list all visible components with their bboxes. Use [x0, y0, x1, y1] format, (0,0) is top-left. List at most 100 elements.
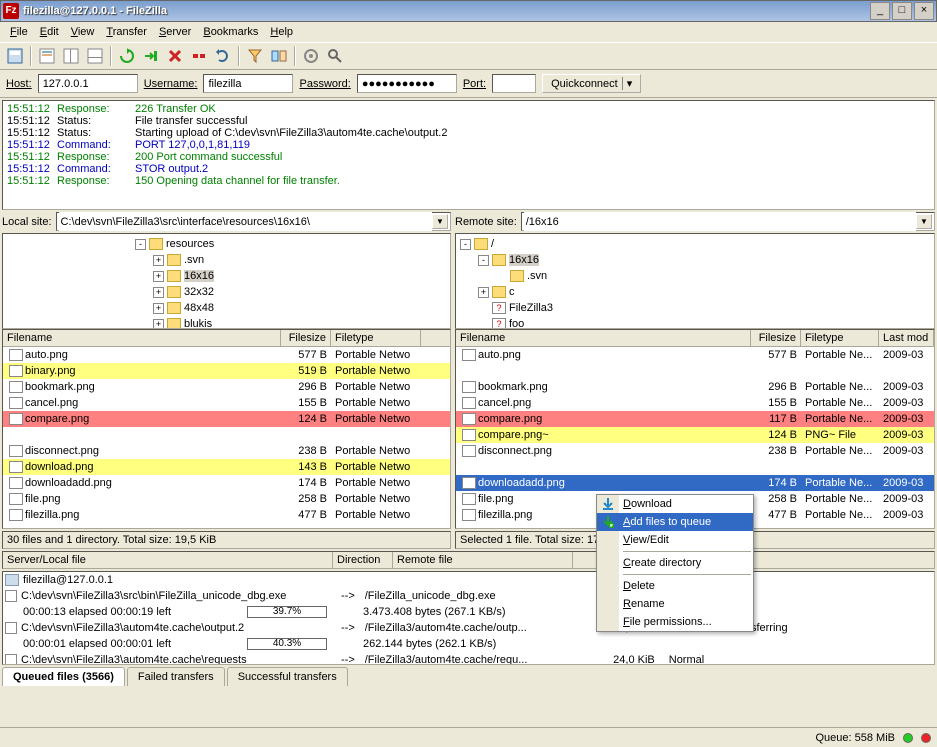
- tree-expand-icon[interactable]: +: [153, 303, 164, 314]
- local-filelist[interactable]: FilenameFilesizeFiletypeauto.png577 BPor…: [2, 329, 451, 529]
- file-row[interactable]: bookmark.png296 BPortable Netwo: [3, 379, 450, 395]
- file-row[interactable]: download.png143 BPortable Netwo: [3, 459, 450, 475]
- reconnect-icon[interactable]: [212, 45, 234, 67]
- file-row[interactable]: disconnect.png238 BPortable Netwo: [3, 443, 450, 459]
- column-header[interactable]: Filesize: [751, 330, 801, 346]
- tree-expand-icon[interactable]: +: [153, 271, 164, 282]
- menu-file[interactable]: File: [4, 24, 34, 40]
- context-menu-item[interactable]: Rename: [597, 595, 753, 613]
- tree-expand-icon[interactable]: +: [153, 319, 164, 330]
- toggle-queue-icon[interactable]: [84, 45, 106, 67]
- remote-tree[interactable]: -/-16x16.svn+c?FileZilla3?foo: [455, 233, 935, 329]
- queue-row[interactable]: C:\dev\svn\FileZilla3\src\bin\FileZilla_…: [3, 588, 934, 604]
- message-log[interactable]: 15:51:12Response:226 Transfer OK15:51:12…: [2, 100, 935, 210]
- tree-expand-icon[interactable]: +: [153, 255, 164, 266]
- tree-node[interactable]: ?foo: [458, 316, 932, 329]
- tree-node[interactable]: -resources: [5, 236, 448, 252]
- sync-browse-icon[interactable]: [300, 45, 322, 67]
- queue-tab[interactable]: Failed transfers: [127, 667, 225, 686]
- checkbox[interactable]: [5, 590, 17, 602]
- tree-expand-icon[interactable]: -: [460, 239, 471, 250]
- titlebar[interactable]: Fz filezilla@127.0.0.1 - FileZilla _ □ ×: [0, 0, 937, 22]
- password-input[interactable]: [357, 74, 457, 93]
- tree-node[interactable]: -/: [458, 236, 932, 252]
- file-row[interactable]: disconnect.png238 BPortable Ne...2009-03: [456, 443, 934, 459]
- file-row[interactable]: filezilla.png477 BPortable Netwo: [3, 507, 450, 523]
- queue-row[interactable]: C:\dev\svn\FileZilla3\autom4te.cache\req…: [3, 652, 934, 665]
- menu-view[interactable]: View: [65, 24, 101, 40]
- transfer-queue[interactable]: filezilla@127.0.0.1C:\dev\svn\FileZilla3…: [2, 571, 935, 665]
- context-menu-item[interactable]: View/Edit: [597, 531, 753, 549]
- file-row[interactable]: bookmark.png296 BPortable Ne...2009-03: [456, 379, 934, 395]
- disconnect-icon[interactable]: [188, 45, 210, 67]
- queue-server-row[interactable]: filezilla@127.0.0.1: [3, 572, 934, 588]
- column-header[interactable]: Filename: [456, 330, 751, 346]
- file-row[interactable]: [456, 363, 934, 379]
- local-tree[interactable]: -resources+.svn+16x16+32x32+48x48+blukis: [2, 233, 451, 329]
- queue-row[interactable]: 00:00:13 elapsed 00:00:19 left39.7%3.473…: [3, 604, 934, 620]
- compare-icon[interactable]: [268, 45, 290, 67]
- refresh-icon[interactable]: [116, 45, 138, 67]
- file-row[interactable]: compare.png124 BPortable Netwo: [3, 411, 450, 427]
- toggle-tree-icon[interactable]: [60, 45, 82, 67]
- username-input[interactable]: [203, 74, 293, 93]
- tree-expand-icon[interactable]: -: [478, 255, 489, 266]
- remote-path-input[interactable]: [524, 212, 916, 231]
- queue-tab[interactable]: Successful transfers: [227, 667, 348, 686]
- tree-node[interactable]: -16x16: [458, 252, 932, 268]
- host-input[interactable]: [38, 74, 138, 93]
- maximize-button[interactable]: □: [892, 2, 912, 20]
- queue-row[interactable]: 00:00:01 elapsed 00:00:01 left40.3%262.1…: [3, 636, 934, 652]
- context-menu-item[interactable]: Create directory: [597, 554, 753, 572]
- context-menu-item[interactable]: Add files to queue: [597, 513, 753, 531]
- menu-server[interactable]: Server: [153, 24, 197, 40]
- column-header[interactable]: Server/Local file: [3, 552, 333, 568]
- file-row[interactable]: auto.png577 BPortable Ne...2009-03: [456, 347, 934, 363]
- tree-node[interactable]: +16x16: [5, 268, 448, 284]
- tree-node[interactable]: ?FileZilla3: [458, 300, 932, 316]
- tree-node[interactable]: +blukis: [5, 316, 448, 329]
- file-row[interactable]: cancel.png155 BPortable Ne...2009-03: [456, 395, 934, 411]
- cancel-icon[interactable]: [164, 45, 186, 67]
- file-row[interactable]: file.png258 BPortable Netwo: [3, 491, 450, 507]
- file-row[interactable]: compare.png~124 BPNG~ File2009-03: [456, 427, 934, 443]
- context-menu-item[interactable]: Delete: [597, 577, 753, 595]
- tree-node[interactable]: +48x48: [5, 300, 448, 316]
- checkbox[interactable]: [5, 654, 17, 665]
- sitemanager-icon[interactable]: [4, 45, 26, 67]
- context-menu-item[interactable]: Download: [597, 495, 753, 513]
- tree-expand-icon[interactable]: -: [135, 239, 146, 250]
- menu-bookmarks[interactable]: Bookmarks: [197, 24, 264, 40]
- file-row[interactable]: downloadadd.png174 BPortable Ne...2009-0…: [456, 475, 934, 491]
- menu-transfer[interactable]: Transfer: [100, 24, 153, 40]
- column-header[interactable]: Remote file: [393, 552, 573, 568]
- column-header[interactable]: Filename: [3, 330, 281, 346]
- queue-tab[interactable]: Queued files (3566): [2, 667, 125, 686]
- port-input[interactable]: [492, 74, 536, 93]
- file-row[interactable]: compare.png117 BPortable Ne...2009-03: [456, 411, 934, 427]
- tree-node[interactable]: +.svn: [5, 252, 448, 268]
- chevron-down-icon[interactable]: ▼: [432, 214, 448, 229]
- minimize-button[interactable]: _: [870, 2, 890, 20]
- tree-node[interactable]: +c: [458, 284, 932, 300]
- local-path-input[interactable]: [59, 212, 432, 231]
- toggle-log-icon[interactable]: [36, 45, 58, 67]
- column-header[interactable]: Filetype: [331, 330, 421, 346]
- file-row[interactable]: binary.png519 BPortable Netwo: [3, 363, 450, 379]
- close-button[interactable]: ×: [914, 2, 934, 20]
- tree-node[interactable]: +32x32: [5, 284, 448, 300]
- chevron-down-icon[interactable]: ▼: [916, 214, 932, 229]
- tree-expand-icon[interactable]: +: [153, 287, 164, 298]
- column-header[interactable]: Direction: [333, 552, 393, 568]
- tree-node[interactable]: .svn: [458, 268, 932, 284]
- filter-icon[interactable]: [244, 45, 266, 67]
- context-menu-item[interactable]: File permissions...: [597, 613, 753, 631]
- menu-edit[interactable]: Edit: [34, 24, 65, 40]
- context-menu[interactable]: DownloadAdd files to queueView/Edit Creat…: [596, 494, 754, 632]
- tree-expand-icon[interactable]: +: [478, 287, 489, 298]
- file-row[interactable]: [456, 459, 934, 475]
- local-path-combo[interactable]: ▼: [56, 212, 451, 231]
- column-header[interactable]: Last mod: [879, 330, 934, 346]
- menu-help[interactable]: Help: [264, 24, 299, 40]
- file-row[interactable]: downloadadd.png174 BPortable Netwo: [3, 475, 450, 491]
